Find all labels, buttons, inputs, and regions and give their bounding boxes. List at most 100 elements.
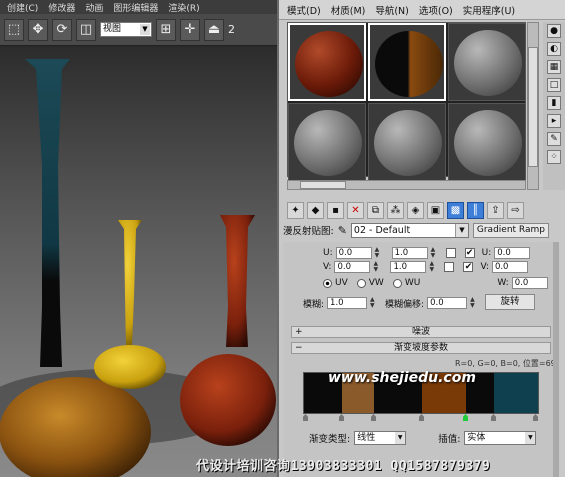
eyedropper-icon[interactable]: ✎: [338, 224, 347, 237]
sample-slot-6[interactable]: [448, 103, 526, 181]
menu-rendering[interactable]: 渲染(R): [165, 1, 202, 14]
u-angle-field[interactable]: 0.0: [494, 247, 531, 259]
show-map-in-viewport-icon[interactable]: ▩: [447, 201, 464, 219]
gradient-params-title: 渐变坡度参数: [393, 343, 448, 353]
material-id-icon[interactable]: ▣: [427, 201, 444, 219]
select-by-material-icon[interactable]: ⁘: [547, 150, 561, 164]
menu-modes[interactable]: 模式(D): [287, 3, 321, 17]
map-name-row: 漫反射贴图: ✎ 02 - Default Gradient Ramp: [283, 222, 563, 238]
menu-graph-editors[interactable]: 图形编辑器: [110, 1, 161, 14]
put-to-scene-icon[interactable]: ◆: [307, 201, 324, 219]
backlight-icon[interactable]: ◐: [547, 42, 561, 56]
noise-rollout[interactable]: + 噪波: [291, 326, 551, 338]
scale-icon[interactable]: ◫: [76, 18, 96, 41]
video-color-check-icon[interactable]: ▮: [547, 96, 561, 110]
material-preview-sphere: [294, 110, 362, 176]
snap-toggle[interactable]: 2: [228, 23, 235, 36]
go-to-parent-icon[interactable]: ⇪: [487, 201, 504, 219]
map-name-dropdown[interactable]: 02 - Default: [350, 222, 469, 238]
gradient-flag[interactable]: [303, 414, 308, 421]
make-preview-icon[interactable]: ▸: [547, 114, 561, 128]
keyboard-shortcut-icon[interactable]: ⏏: [204, 18, 224, 41]
u-mirror-checkbox[interactable]: [445, 248, 456, 258]
interpolation-dropdown[interactable]: 实体: [464, 431, 537, 445]
uv-tiling-icon[interactable]: □: [547, 78, 561, 92]
menu-material[interactable]: 材质(M): [331, 3, 366, 17]
perspective-viewport[interactable]: [0, 47, 277, 477]
v-mirror-checkbox[interactable]: [444, 262, 455, 272]
gradient-flag[interactable]: [371, 414, 376, 421]
assign-to-selection-icon[interactable]: ▪: [327, 201, 344, 219]
map-type-button[interactable]: Gradient Ramp: [472, 222, 549, 238]
u-tile-checkbox[interactable]: ✔: [464, 248, 475, 258]
rotate-icon[interactable]: ⟳: [52, 18, 72, 41]
menu-animation[interactable]: 动画: [82, 1, 106, 14]
get-material-icon[interactable]: ✦: [287, 201, 304, 219]
background-icon[interactable]: ▦: [547, 60, 561, 74]
blur-offset-field[interactable]: 0.0: [427, 297, 468, 309]
sample-slots: [287, 22, 526, 181]
copy-material-icon[interactable]: ⧉: [367, 201, 384, 219]
reset-map-icon[interactable]: ✕: [347, 201, 364, 219]
sample-type-icon[interactable]: ●: [547, 24, 561, 38]
blur-offset-spinner[interactable]: ▲ ▼: [470, 297, 476, 309]
rotate-button[interactable]: 旋转: [485, 294, 535, 310]
slots-vertical-scrollbar[interactable]: [527, 22, 539, 190]
u-label: U:: [323, 248, 333, 258]
gradient-flag[interactable]: [339, 414, 344, 421]
expand-icon: +: [295, 327, 303, 337]
sample-slot-3[interactable]: [448, 23, 526, 101]
uvw-radio-row: UV VW WU W: 0.0: [323, 276, 548, 290]
gradient-type-dropdown[interactable]: 线性: [354, 431, 407, 445]
menu-utilities[interactable]: 实用程序(U): [463, 3, 515, 17]
material-preview-sphere: [374, 110, 442, 176]
sample-slot-5[interactable]: [368, 103, 446, 181]
options-icon[interactable]: ✎: [547, 132, 561, 146]
gradient-flag[interactable]: [419, 414, 424, 421]
material-editor-toolbar: ✦ ◆ ▪ ✕ ⧉ ⁂ ◈ ▣ ▩ ║ ⇪ ⇨: [287, 200, 561, 220]
sample-slot-4[interactable]: [288, 103, 366, 181]
select-region-icon[interactable]: ⬚: [4, 18, 24, 41]
menu-modifiers[interactable]: 修改器: [45, 1, 78, 14]
parameters-scrollbar[interactable]: [553, 242, 559, 477]
sample-slot-2[interactable]: [368, 23, 446, 101]
v-offset-field[interactable]: 0.0: [334, 261, 371, 273]
gradient-flag[interactable]: [491, 414, 496, 421]
v-tiling-spinner[interactable]: ▲ ▼: [429, 261, 435, 273]
go-forward-sibling-icon[interactable]: ⇨: [507, 201, 524, 219]
reference-coord-dropdown[interactable]: 视图: [100, 22, 152, 37]
menu-create[interactable]: 创建(C): [4, 1, 41, 14]
uv-radio[interactable]: [323, 278, 332, 288]
gradient-flag[interactable]: [533, 414, 538, 421]
move-icon[interactable]: ✥: [28, 18, 48, 41]
sample-slot-1[interactable]: [288, 23, 366, 101]
u-tiling-field[interactable]: 1.0: [391, 247, 428, 259]
v-offset-spinner[interactable]: ▲ ▼: [373, 261, 379, 273]
blur-label: 模糊:: [303, 299, 325, 310]
blur-spinner[interactable]: ▲ ▼: [370, 297, 376, 309]
menu-options[interactable]: 选项(O): [419, 3, 453, 17]
w-angle-field[interactable]: 0.0: [511, 277, 548, 289]
gradient-params-rollout[interactable]: − 渐变坡度参数: [291, 342, 551, 354]
scene-render: [0, 59, 276, 477]
gradient-type-row: 渐变类型: 线性 插值: 实体: [309, 430, 559, 446]
v-tile-checkbox[interactable]: ✔: [463, 262, 474, 272]
blur-field[interactable]: 1.0: [327, 297, 368, 309]
select-manipulate-icon[interactable]: ✛: [180, 18, 200, 41]
slots-horizontal-scrollbar[interactable]: [287, 180, 526, 190]
pivot-icon[interactable]: ⊞: [156, 18, 176, 41]
show-end-result-icon[interactable]: ║: [467, 201, 484, 219]
gradient-flag-selected[interactable]: [463, 414, 468, 421]
v-angle-field[interactable]: 0.0: [491, 261, 528, 273]
u-offset-field[interactable]: 0.0: [335, 247, 372, 259]
u-offset-spinner[interactable]: ▲ ▼: [375, 247, 381, 259]
make-unique-icon[interactable]: ⁂: [387, 201, 404, 219]
vw-radio[interactable]: [356, 278, 366, 288]
u-tiling-spinner[interactable]: ▲ ▼: [431, 247, 437, 259]
menu-navigation[interactable]: 导航(N): [375, 3, 409, 17]
put-to-library-icon[interactable]: ◈: [407, 201, 424, 219]
material-editor-menubar: 模式(D) 材质(M) 导航(N) 选项(O) 实用程序(U): [279, 0, 565, 20]
u-angle-label: U:: [481, 248, 492, 258]
wu-radio[interactable]: [392, 278, 402, 288]
v-tiling-field[interactable]: 1.0: [390, 261, 427, 273]
